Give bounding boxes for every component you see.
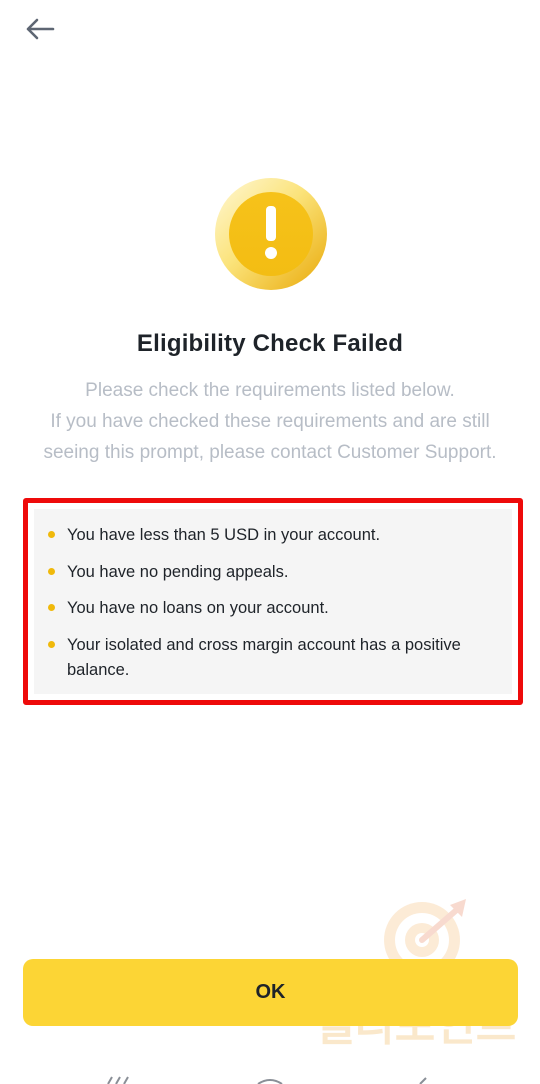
requirement-text: Your isolated and cross margin account h… [67, 635, 461, 679]
requirements-panel: You have less than 5 USD in your account… [34, 509, 512, 694]
bullet-dot-icon [48, 640, 55, 648]
status-message-line: Please check the requirements listed bel… [85, 380, 455, 401]
bullet-dot-icon [48, 567, 55, 575]
warning-icon-badge [214, 177, 328, 291]
arrow-left-icon [26, 18, 55, 40]
status-message-line: seeing this prompt, please contact Custo… [43, 442, 497, 463]
eligibility-check-screen: Eligibility Check Failed Please check th… [0, 0, 540, 1084]
requirements-list: You have less than 5 USD in your account… [34, 509, 512, 683]
system-nav-bar [107, 1076, 427, 1084]
back-button[interactable] [22, 14, 58, 44]
bullet-dot-icon [48, 531, 55, 538]
page-title: Eligibility Check Failed [136, 330, 404, 357]
requirement-text: You have no pending appeals. [67, 562, 289, 581]
requirement-item: You have no pending appeals. [48, 560, 492, 585]
requirement-item: You have no loans on your account. [48, 596, 492, 621]
requirement-item: Your isolated and cross margin account h… [48, 633, 492, 683]
status-message-line: If you have checked these requirements a… [50, 411, 490, 432]
bullet-dot-icon [48, 604, 55, 611]
requirement-text: You have less than 5 USD in your account… [67, 526, 381, 544]
ok-button[interactable]: OK [23, 959, 518, 1026]
status-message: Please check the requirements listed bel… [20, 375, 520, 468]
exclamation-circle-icon [215, 178, 327, 290]
requirements-highlight-box: You have less than 5 USD in your account… [23, 498, 523, 705]
requirement-item: You have less than 5 USD in your account… [48, 523, 492, 548]
requirement-text: You have no loans on your account. [67, 599, 329, 617]
